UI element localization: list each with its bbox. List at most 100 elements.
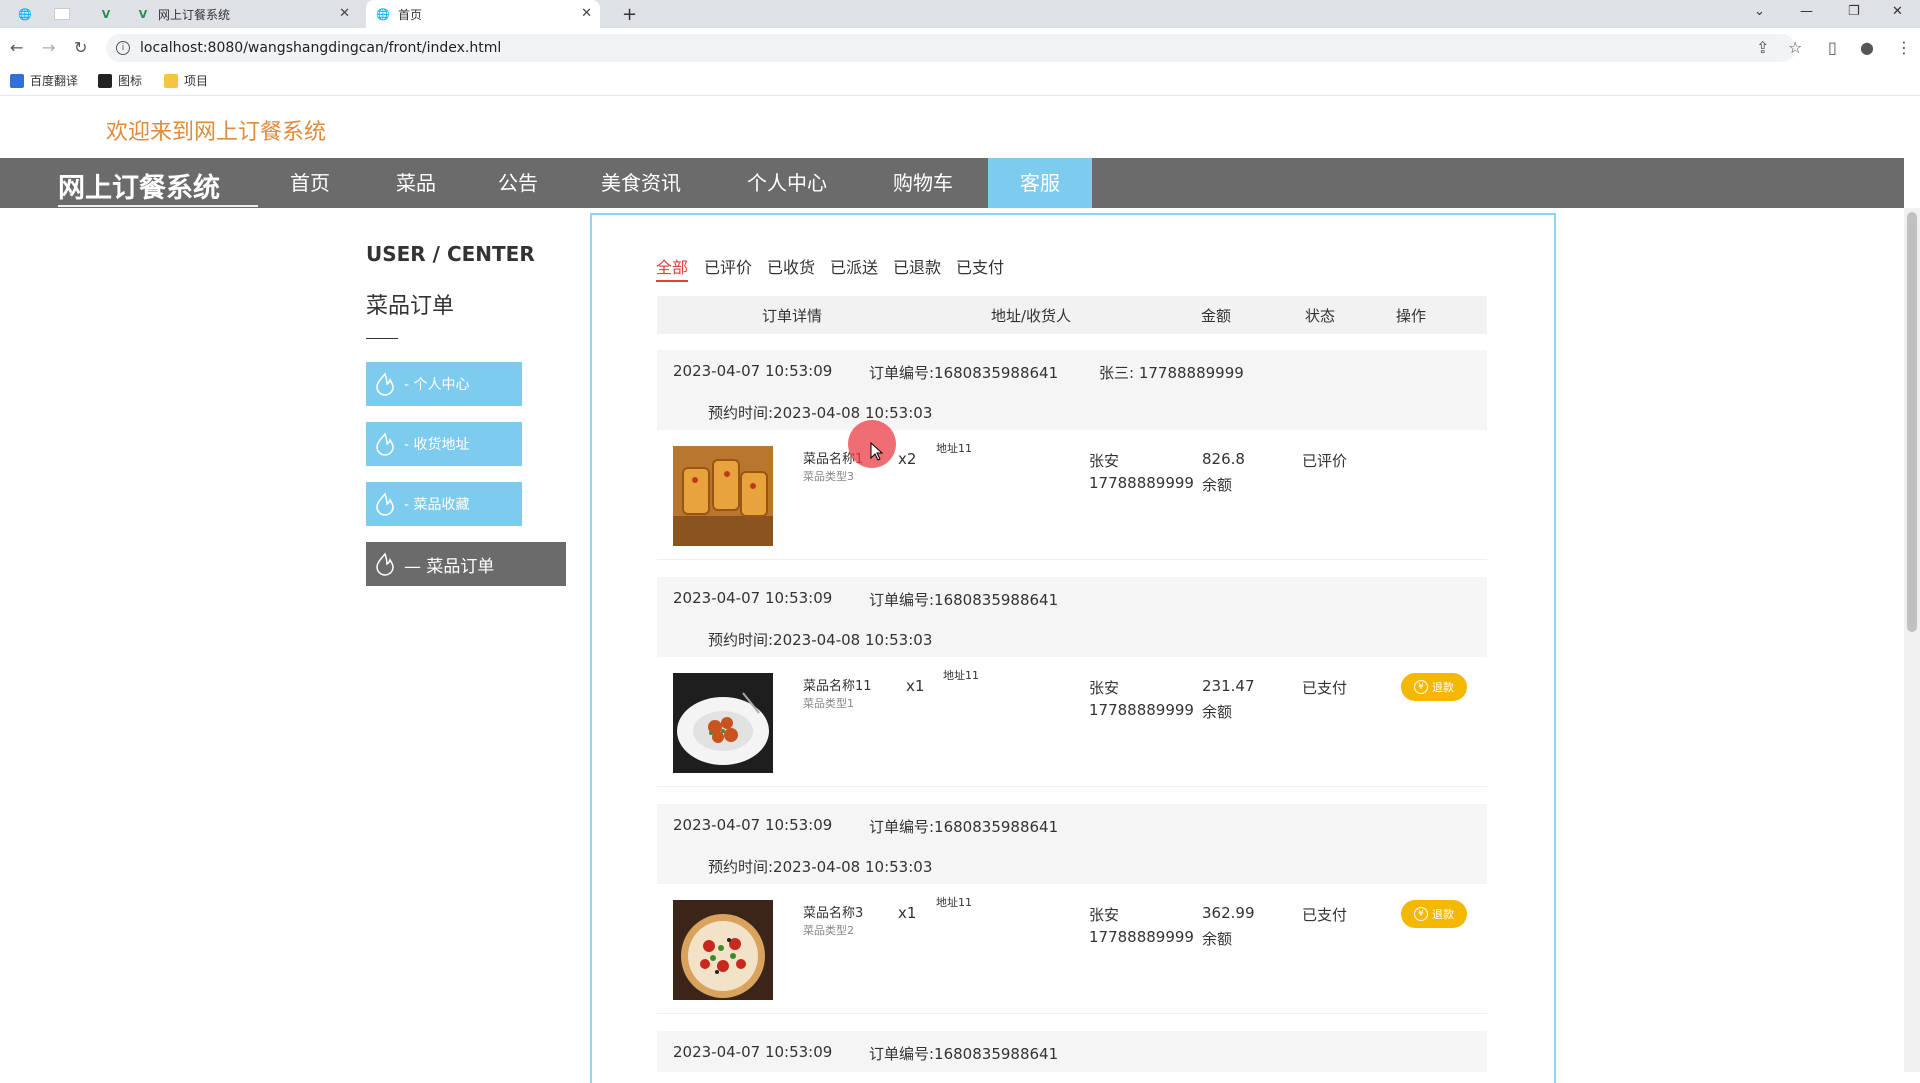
receiver-name: 张安 (1089, 452, 1120, 470)
brand-underline (58, 205, 258, 207)
sidebar-item-orders[interactable]: — 菜品订单 (366, 542, 566, 586)
dish-name[interactable]: 菜品名称3 (803, 902, 863, 921)
vue-icon: V (138, 7, 148, 21)
order-reserve-time: 预约时间:2023-04-08 10:53:03 (708, 858, 933, 876)
back-icon[interactable]: ← (10, 38, 23, 57)
close-tab-icon[interactable]: ✕ (581, 6, 592, 21)
close-window-icon[interactable]: ✕ (1892, 4, 1903, 19)
nav-food-news[interactable]: 美食资讯 (586, 158, 696, 208)
sidebar-divider (366, 338, 398, 339)
reload-icon[interactable]: ↻ (74, 38, 87, 57)
nav-cart[interactable]: 购物车 (870, 158, 976, 208)
sidebar-item-personal-center[interactable]: - 个人中心 (366, 362, 522, 406)
receiver-phone: 17788889999 (1089, 928, 1194, 946)
sidebar-item-label: - 收货地址 (404, 437, 470, 453)
order-number: 订单编号:1680835988641 (869, 1045, 1059, 1063)
col-address: 地址/收货人 (991, 307, 1072, 325)
bookmark-label: 百度翻译 (30, 74, 79, 88)
order-amount: 231.47 (1202, 677, 1255, 695)
nav-announcements[interactable]: 公告 (482, 158, 554, 208)
restore-icon[interactable]: ❐ (1848, 4, 1860, 19)
filter-received[interactable]: 已收货 (767, 254, 815, 278)
payment-method: 余额 (1202, 930, 1233, 948)
bookmarks-bar (0, 68, 1920, 96)
tab-blank[interactable] (44, 0, 84, 28)
new-tab-button[interactable]: + (612, 0, 637, 28)
welcome-text: 欢迎来到网上订餐系统 (106, 120, 327, 145)
order-time: 2023-04-07 10:53:09 (673, 362, 833, 380)
table-row (657, 430, 1487, 560)
table-row (657, 657, 1487, 787)
refund-button[interactable]: ¥ 退款 (1401, 900, 1467, 928)
profile-icon[interactable]: ● (1860, 38, 1874, 57)
bookmark-label: 项目 (184, 74, 209, 88)
star-icon[interactable]: ☆ (1788, 38, 1802, 57)
minimize-icon[interactable]: — (1800, 4, 1813, 19)
bookmark-baidu-translate[interactable]: 百度翻译 (10, 72, 78, 89)
browser-tab-bar: 🌐 V V 网上订餐系统 ✕ 🌐 首页 ✕ + ⌄ — ❐ ✕ (0, 0, 1920, 28)
bookmark-label: 图标 (118, 74, 143, 88)
chevron-down-icon[interactable]: ⌄ (1754, 4, 1765, 19)
scrollbar-thumb[interactable] (1907, 212, 1917, 632)
payment-method: 余额 (1202, 476, 1233, 494)
filter-all[interactable]: 全部 (656, 254, 689, 282)
info-icon[interactable]: i (116, 41, 130, 55)
dish-name[interactable]: 菜品名称11 (803, 675, 872, 694)
dish-quantity: x2 (898, 450, 917, 468)
nav-customer-service[interactable]: 客服 (988, 158, 1092, 208)
sidebar-item-address[interactable]: - 收货地址 (366, 422, 522, 466)
tab-ordering-system[interactable]: V 网上订餐系统 ✕ (126, 0, 358, 28)
sidebar-item-favorites[interactable]: - 菜品收藏 (366, 482, 522, 526)
page-scrollbar[interactable] (1904, 208, 1920, 1072)
tab-vue[interactable]: V (90, 0, 120, 28)
refund-button[interactable]: ¥ 退款 (1401, 673, 1467, 701)
globe-icon: 🌐 (376, 7, 390, 21)
order-number: 订单编号:1680835988641 (869, 591, 1059, 609)
refund-label: 退款 (1432, 908, 1454, 921)
filter-paid[interactable]: 已支付 (956, 254, 1004, 278)
refund-label: 退款 (1432, 681, 1454, 694)
bookmark-project[interactable]: 项目 (164, 72, 208, 89)
dish-quantity: x1 (898, 904, 917, 922)
order-address: 地址11 (936, 442, 972, 455)
menu-icon[interactable]: ⋮ (1896, 38, 1912, 57)
order-amount: 362.99 (1202, 904, 1255, 922)
order-status: 已支付 (1302, 679, 1348, 697)
tab-title: 首页 (398, 7, 423, 22)
dish-image[interactable] (673, 900, 773, 1000)
col-action: 操作 (1396, 307, 1427, 325)
order-time: 2023-04-07 10:53:09 (673, 816, 833, 834)
filter-dispatched[interactable]: 已派送 (830, 254, 878, 278)
close-tab-icon[interactable]: ✕ (339, 6, 350, 21)
nav-home[interactable]: 首页 (272, 158, 348, 208)
order-amount: 826.8 (1202, 450, 1245, 468)
sidebar-item-label: - 菜品收藏 (404, 497, 470, 513)
order-status: 已支付 (1302, 906, 1348, 924)
dish-type: 菜品类型2 (803, 924, 854, 937)
receiver-name: 张安 (1089, 679, 1120, 697)
mouse-cursor-icon (870, 442, 884, 461)
nav-personal-center[interactable]: 个人中心 (730, 158, 844, 208)
nav-dishes[interactable]: 菜品 (380, 158, 452, 208)
dish-image[interactable] (673, 673, 773, 773)
dish-image[interactable] (673, 446, 773, 546)
forward-icon[interactable]: → (42, 38, 55, 57)
tab-home[interactable]: 🌐 首页 ✕ (366, 0, 600, 28)
blank-page-icon (54, 8, 70, 20)
tab-pinned[interactable]: 🌐 (8, 0, 38, 28)
url-field[interactable]: i localhost:8080/wangshangdingcan/front/… (106, 34, 1796, 62)
order-address: 地址11 (943, 669, 979, 682)
sidepanel-icon[interactable]: ▯ (1828, 38, 1837, 57)
folder-icon (164, 73, 178, 88)
share-icon[interactable]: ⇪ (1756, 38, 1769, 57)
receiver-phone: 17788889999 (1089, 701, 1194, 719)
sidebar-item-label: - 个人中心 (404, 377, 470, 393)
filter-reviewed[interactable]: 已评价 (704, 254, 752, 278)
tab-title: 网上订餐系统 (158, 7, 231, 22)
col-amount: 金额 (1201, 307, 1232, 325)
flame-icon (376, 492, 394, 516)
bookmark-icons[interactable]: 图标 (98, 72, 142, 89)
sidebar-item-label: — 菜品订单 (404, 556, 495, 577)
filter-refunded[interactable]: 已退款 (893, 254, 941, 278)
brand-title: 网上订餐系统 (58, 173, 220, 204)
